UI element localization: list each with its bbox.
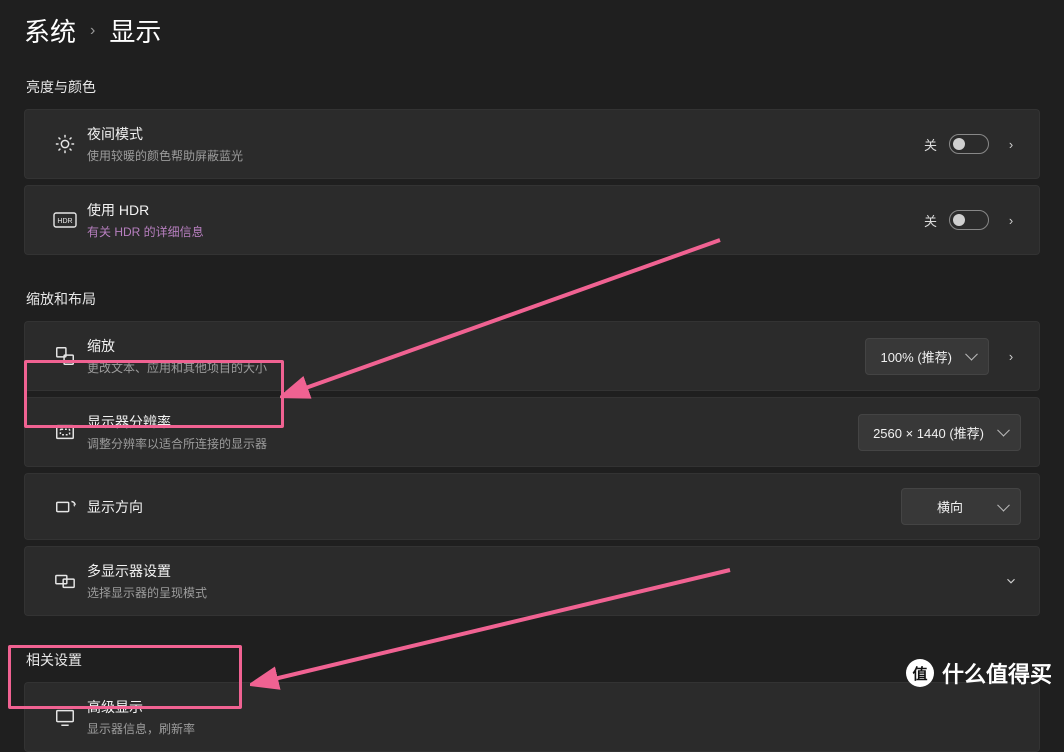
scale-title: 缩放 xyxy=(87,336,865,356)
scale-sub: 更改文本、应用和其他项目的大小 xyxy=(87,359,865,376)
row-multi-monitor[interactable]: 多显示器设置 选择显示器的呈现模式 xyxy=(24,546,1040,616)
breadcrumb-page: 显示 xyxy=(109,12,161,49)
hdr-title: 使用 HDR xyxy=(87,200,924,220)
resolution-icon xyxy=(43,421,87,443)
chevron-right-icon[interactable]: › xyxy=(1001,213,1021,228)
hdr-state: 关 xyxy=(924,211,937,230)
chevron-right-icon: › xyxy=(90,22,95,40)
row-orientation[interactable]: 显示方向 横向 xyxy=(24,473,1040,540)
resolution-sub: 调整分辨率以适合所连接的显示器 xyxy=(87,435,858,452)
watermark: 值 什么值得买 xyxy=(906,657,1052,689)
hdr-toggle[interactable] xyxy=(949,210,989,230)
night-light-sub: 使用较暖的颜色帮助屏蔽蓝光 xyxy=(87,147,924,164)
scale-dropdown[interactable]: 100% (推荐) xyxy=(865,338,989,375)
watermark-text: 什么值得买 xyxy=(942,657,1052,689)
multi-monitor-title: 多显示器设置 xyxy=(87,561,1001,581)
row-resolution[interactable]: 显示器分辨率 调整分辨率以适合所连接的显示器 2560 × 1440 (推荐) xyxy=(24,397,1040,467)
sun-icon xyxy=(43,133,87,155)
chevron-down-icon[interactable] xyxy=(1001,574,1021,588)
chevron-right-icon[interactable]: › xyxy=(1001,349,1021,364)
row-scale[interactable]: 缩放 更改文本、应用和其他项目的大小 100% (推荐) › xyxy=(24,321,1040,391)
breadcrumb: 系统 › 显示 xyxy=(24,12,1040,49)
orientation-title: 显示方向 xyxy=(87,497,901,517)
section-scale-layout: 缩放和布局 xyxy=(26,289,1040,309)
night-light-title: 夜间模式 xyxy=(87,124,924,144)
orientation-dropdown[interactable]: 横向 xyxy=(901,488,1021,525)
svg-text:HDR: HDR xyxy=(57,218,72,225)
orientation-icon xyxy=(43,496,87,518)
section-related: 相关设置 xyxy=(26,650,1040,670)
multi-monitor-sub: 选择显示器的呈现模式 xyxy=(87,584,1001,601)
row-night-light[interactable]: 夜间模式 使用较暖的颜色帮助屏蔽蓝光 关 › xyxy=(24,109,1040,179)
multi-monitor-icon xyxy=(43,570,87,592)
night-light-state: 关 xyxy=(924,135,937,154)
hdr-sub-link[interactable]: 有关 HDR 的详细信息 xyxy=(87,223,924,240)
resolution-title: 显示器分辨率 xyxy=(87,412,858,432)
watermark-badge-icon: 值 xyxy=(906,659,934,687)
night-light-toggle[interactable] xyxy=(949,134,989,154)
breadcrumb-root[interactable]: 系统 xyxy=(24,12,76,49)
section-brightness-color: 亮度与颜色 xyxy=(26,77,1040,97)
monitor-icon xyxy=(43,706,87,728)
hdr-icon: HDR xyxy=(43,212,87,228)
row-advanced-display[interactable]: 高级显示 显示器信息，刷新率 xyxy=(24,682,1040,752)
chevron-right-icon[interactable]: › xyxy=(1001,137,1021,152)
advanced-display-title: 高级显示 xyxy=(87,697,1021,717)
row-hdr[interactable]: HDR 使用 HDR 有关 HDR 的详细信息 关 › xyxy=(24,185,1040,255)
resolution-dropdown[interactable]: 2560 × 1440 (推荐) xyxy=(858,414,1021,451)
advanced-display-sub: 显示器信息，刷新率 xyxy=(87,720,1021,737)
scale-icon xyxy=(43,345,87,367)
